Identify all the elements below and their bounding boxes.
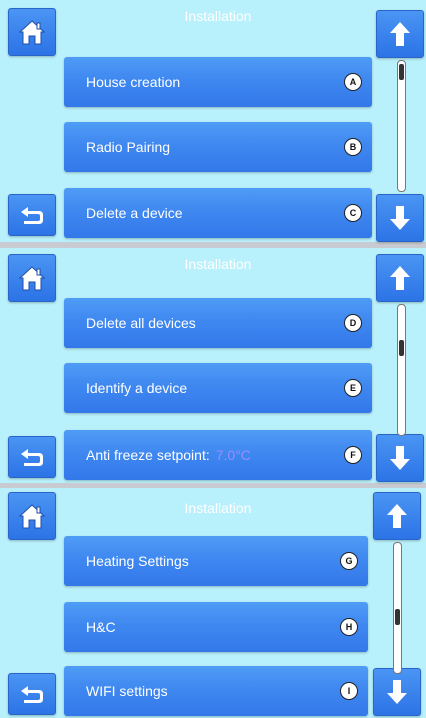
home-button[interactable]	[8, 254, 56, 302]
menu-item-label: WIFI settings	[86, 683, 168, 699]
menu-item-identify-a-device[interactable]: Identify a device E	[64, 363, 372, 413]
menu-item-house-creation[interactable]: House creation A	[64, 57, 372, 107]
menu-item-heating-settings[interactable]: Heating Settings G	[64, 536, 368, 586]
setpoint-value: 7.0°C	[215, 447, 251, 463]
scroll-up-button[interactable]	[376, 254, 424, 302]
arrow-up-icon	[390, 22, 410, 46]
scroll-thumb[interactable]	[399, 64, 404, 80]
menu-item-radio-pairing[interactable]: Radio Pairing B	[64, 122, 372, 172]
installation-screen-2: Installation Delete all devices D Identi…	[0, 248, 426, 483]
badge-f: F	[344, 446, 362, 464]
back-button[interactable]	[8, 436, 56, 478]
setpoint-label: Anti freeze setpoint:	[86, 447, 210, 463]
scrollbar[interactable]	[397, 304, 406, 436]
scroll-up-button[interactable]	[373, 492, 421, 540]
scroll-thumb[interactable]	[395, 609, 400, 625]
arrow-up-icon	[390, 266, 410, 290]
page-title: Installation	[184, 500, 252, 516]
scroll-up-button[interactable]	[376, 10, 424, 58]
home-button[interactable]	[8, 492, 56, 540]
badge-i: I	[340, 682, 358, 700]
installation-screen-1: Installation House creation A Radio Pair…	[0, 0, 426, 242]
menu-item-wifi-settings[interactable]: WIFI settings I	[64, 666, 368, 716]
arrow-down-icon	[390, 206, 410, 230]
badge-g: G	[340, 552, 358, 570]
badge-h: H	[340, 618, 358, 636]
back-arrow-icon	[21, 449, 43, 466]
home-icon	[18, 20, 46, 45]
menu-item-label: Anti freeze setpoint: 7.0°C	[86, 447, 251, 463]
scroll-down-button[interactable]	[373, 668, 421, 716]
back-arrow-icon	[21, 686, 43, 703]
menu-item-label: H&C	[86, 619, 116, 635]
badge-b: B	[344, 138, 362, 156]
page-title: Installation	[184, 8, 252, 24]
menu-item-label: Heating Settings	[86, 553, 189, 569]
menu-item-label: Delete all devices	[86, 315, 196, 331]
menu-item-delete-a-device[interactable]: Delete a device C	[64, 188, 372, 238]
menu-item-label: Delete a device	[86, 205, 183, 221]
scrollbar[interactable]	[393, 542, 402, 674]
badge-d: D	[344, 314, 362, 332]
scroll-thumb[interactable]	[399, 340, 404, 356]
scrollbar[interactable]	[397, 60, 406, 192]
scroll-down-button[interactable]	[376, 194, 424, 242]
badge-e: E	[344, 379, 362, 397]
installation-screen-3: Installation Heating Settings G H&C H WI…	[0, 488, 426, 718]
menu-item-h-and-c[interactable]: H&C H	[64, 602, 368, 652]
menu-item-anti-freeze-setpoint[interactable]: Anti freeze setpoint: 7.0°C F	[64, 430, 372, 480]
badge-c: C	[344, 204, 362, 222]
scroll-down-button[interactable]	[376, 434, 424, 482]
menu-item-label: Radio Pairing	[86, 139, 171, 155]
arrow-down-icon	[387, 680, 407, 704]
arrow-up-icon	[387, 504, 407, 528]
badge-a: A	[344, 73, 362, 91]
menu-item-label: Identify a device	[86, 380, 188, 396]
back-button[interactable]	[8, 194, 56, 236]
back-arrow-icon	[21, 207, 43, 224]
home-button[interactable]	[8, 8, 56, 56]
menu-item-delete-all-devices[interactable]: Delete all devices D	[64, 298, 372, 348]
arrow-down-icon	[390, 446, 410, 470]
page-title: Installation	[184, 256, 252, 272]
menu-item-label: House creation	[86, 74, 181, 90]
home-icon	[18, 266, 46, 291]
back-button[interactable]	[8, 673, 56, 715]
home-icon	[18, 504, 46, 529]
